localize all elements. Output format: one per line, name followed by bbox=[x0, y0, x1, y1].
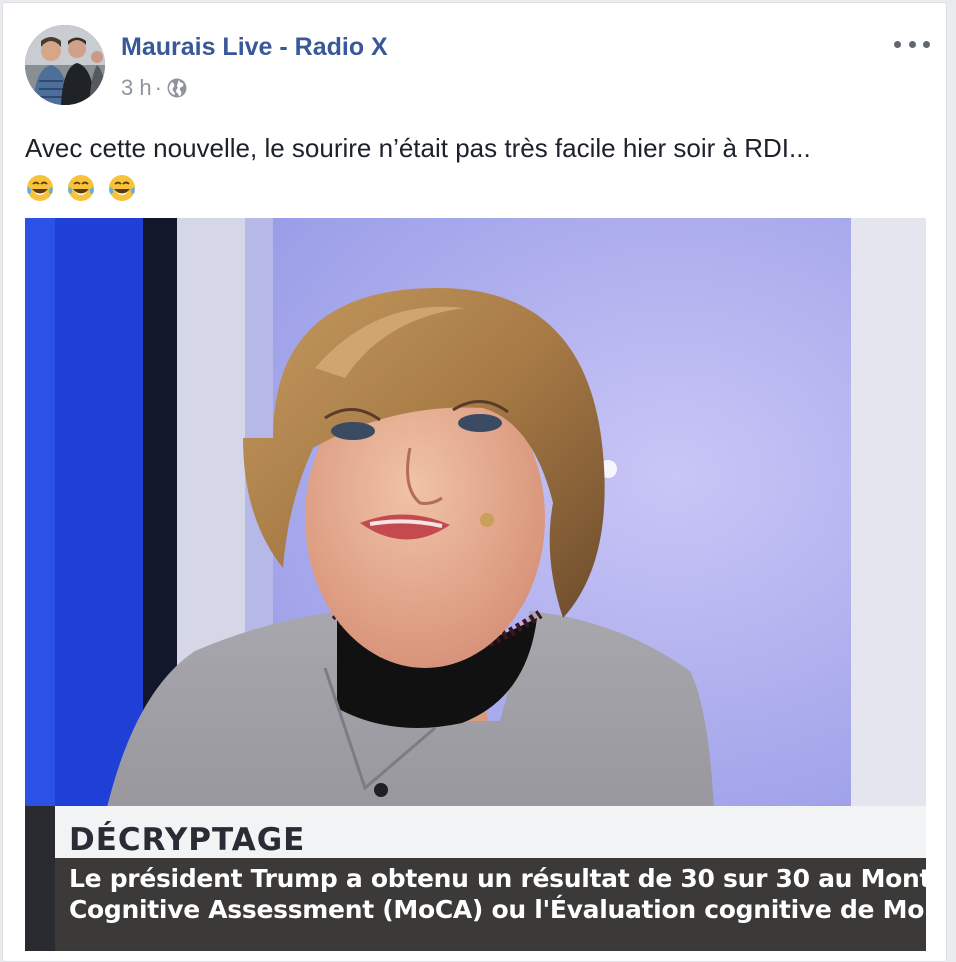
page-name-link[interactable]: Maurais Live - Radio X bbox=[121, 33, 388, 62]
meta-separator: · bbox=[154, 75, 162, 100]
post-text: Avec cette nouvelle, le sourire n’était … bbox=[25, 133, 811, 163]
globe-icon[interactable] bbox=[167, 78, 187, 98]
post-message: Avec cette nouvelle, le sourire n’était … bbox=[25, 129, 925, 205]
post-photo[interactable]: DÉCRYPTAGE Le président Trump a obtenu u… bbox=[25, 218, 926, 951]
tears-of-joy-emoji-icon bbox=[109, 175, 136, 202]
post-meta: 3 h · bbox=[121, 75, 187, 101]
page-avatar[interactable] bbox=[25, 25, 105, 105]
post-timestamp[interactable]: 3 h bbox=[121, 75, 152, 101]
more-options-icon[interactable] bbox=[894, 35, 930, 53]
emoji-row bbox=[25, 167, 925, 205]
tears-of-joy-emoji-icon bbox=[27, 175, 53, 202]
feed-post: Maurais Live - Radio X 3 h · Avec cette … bbox=[2, 2, 947, 962]
tv-screen-photo bbox=[25, 218, 926, 951]
tears-of-joy-emoji-icon bbox=[68, 175, 95, 202]
